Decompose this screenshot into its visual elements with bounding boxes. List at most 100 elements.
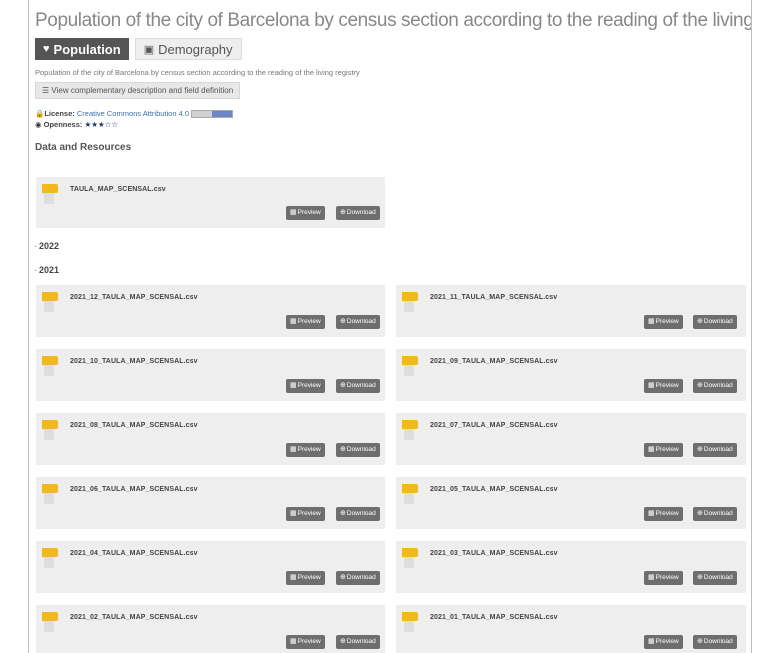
download-button[interactable]: ⊕Download <box>693 379 737 393</box>
preview-label: Preview <box>297 574 321 581</box>
resource-card: 2021_10_TAULA_MAP_SCENSAL.csv ▦Preview ⊕Do… <box>36 349 385 401</box>
chart-icon: ▦ <box>648 382 655 389</box>
category-tabs: ♥ Population ▣ Demography <box>35 38 745 60</box>
download-icon: ⊕ <box>340 209 346 216</box>
chart-icon: ▦ <box>290 209 297 216</box>
preview-button[interactable]: ▦Preview <box>644 443 683 457</box>
download-icon: ⊕ <box>340 510 346 517</box>
license-link[interactable]: Creative Commons Attribution 4.0 <box>77 109 189 118</box>
list-icon: ☰ <box>42 86 50 95</box>
chart-icon: ▦ <box>648 318 655 325</box>
resource-card: 2021_05_TAULA_MAP_SCENSAL.csv ▦Preview ⊕Do… <box>396 477 746 529</box>
chart-icon: ▦ <box>648 638 655 645</box>
preview-label: Preview <box>655 318 679 325</box>
download-label: Download <box>346 510 376 517</box>
download-button[interactable]: ⊕Download <box>336 379 380 393</box>
file-icon <box>42 356 60 376</box>
download-button[interactable]: ⊕Download <box>336 571 380 585</box>
download-button[interactable]: ⊕Download <box>336 507 380 521</box>
resource-filename[interactable]: 2021_12_TAULA_MAP_SCENSAL.csv <box>70 294 198 301</box>
resource-filename[interactable]: 2021_08_TAULA_MAP_SCENSAL.csv <box>70 422 198 429</box>
preview-button[interactable]: ▦Preview <box>644 571 683 585</box>
resource-filename[interactable]: 2021_07_TAULA_MAP_SCENSAL.csv <box>430 422 558 429</box>
file-icon <box>402 548 420 568</box>
tab-population[interactable]: ♥ Population <box>35 38 129 60</box>
preview-button[interactable]: ▦Preview <box>286 635 325 649</box>
resource-card: 2021_09_TAULA_MAP_SCENSAL.csv ▦Preview ⊕Do… <box>396 349 746 401</box>
resource-filename[interactable]: 2021_11_TAULA_MAP_SCENSAL.csv <box>430 294 557 301</box>
resource-filename[interactable]: 2021_03_TAULA_MAP_SCENSAL.csv <box>430 550 558 557</box>
preview-label: Preview <box>655 382 679 389</box>
license-row: 🔒License: Creative Commons Attribution 4… <box>35 108 745 119</box>
chart-icon: ▦ <box>648 510 655 517</box>
heart-icon: ♥ <box>43 43 50 55</box>
preview-button[interactable]: ▦Preview <box>286 507 325 521</box>
download-button[interactable]: ⊕Download <box>693 571 737 585</box>
download-label: Download <box>346 574 376 581</box>
resource-filename[interactable]: 2021_06_TAULA_MAP_SCENSAL.csv <box>70 486 198 493</box>
download-button[interactable]: ⊕Download <box>336 635 380 649</box>
resource-filename[interactable]: 2021_01_TAULA_MAP_SCENSAL.csv <box>430 614 558 621</box>
preview-button[interactable]: ▦Preview <box>644 507 683 521</box>
chart-icon: ▦ <box>290 574 297 581</box>
section-heading: Data and Resources <box>35 142 132 153</box>
resource-filename[interactable]: 2021_04_TAULA_MAP_SCENSAL.csv <box>70 550 198 557</box>
download-button[interactable]: ⊕Download <box>336 206 380 220</box>
resource-filename[interactable]: 2021_02_TAULA_MAP_SCENSAL.csv <box>70 614 198 621</box>
resource-card: 2021_11_TAULA_MAP_SCENSAL.csv ▦Preview ⊕Do… <box>396 285 746 337</box>
resource-card: 2021_01_TAULA_MAP_SCENSAL.csv ▦Preview ⊕Do… <box>396 605 746 653</box>
download-label: Download <box>703 446 733 453</box>
resource-card: 2021_06_TAULA_MAP_SCENSAL.csv ▦Preview ⊕Do… <box>36 477 385 529</box>
preview-label: Preview <box>655 638 679 645</box>
chart-icon: ▦ <box>290 446 297 453</box>
download-label: Download <box>346 638 376 645</box>
complementary-description-button[interactable]: ☰ View complementary description and fie… <box>35 82 241 99</box>
resource-card: 2021_08_TAULA_MAP_SCENSAL.csv ▦Preview ⊕Do… <box>36 413 385 465</box>
dataset-meta: 🔒License: Creative Commons Attribution 4… <box>35 108 745 130</box>
eye-icon: ◉ <box>35 120 42 129</box>
download-button[interactable]: ⊕Download <box>693 443 737 457</box>
preview-label: Preview <box>297 446 321 453</box>
file-icon <box>402 612 420 632</box>
resource-filename[interactable]: TAULA_MAP_SCENSAL.csv <box>70 186 166 193</box>
chart-icon: ▦ <box>290 510 297 517</box>
preview-button[interactable]: ▦Preview <box>286 315 325 329</box>
year-toggle-2022[interactable]: -2022 <box>34 241 59 251</box>
preview-button[interactable]: ▦Preview <box>644 315 683 329</box>
preview-label: Preview <box>297 510 321 517</box>
resource-card: 2021_04_TAULA_MAP_SCENSAL.csv ▦Preview ⊕Do… <box>36 541 385 593</box>
resource-filename[interactable]: 2021_05_TAULA_MAP_SCENSAL.csv <box>430 486 558 493</box>
preview-label: Preview <box>297 318 321 325</box>
download-label: Download <box>346 446 376 453</box>
chart-icon: ▦ <box>290 638 297 645</box>
download-icon: ⊕ <box>697 318 703 325</box>
file-icon <box>42 420 60 440</box>
file-icon <box>42 484 60 504</box>
tab-demography[interactable]: ▣ Demography <box>134 38 242 60</box>
download-button[interactable]: ⊕Download <box>336 315 380 329</box>
download-icon: ⊕ <box>340 574 346 581</box>
resource-card: 2021_07_TAULA_MAP_SCENSAL.csv ▦Preview ⊕Do… <box>396 413 746 465</box>
resource-card: 2021_03_TAULA_MAP_SCENSAL.csv ▦Preview ⊕Do… <box>396 541 746 593</box>
tab-label: Population <box>53 41 121 57</box>
year-toggle-2021[interactable]: -2021 <box>34 265 59 275</box>
preview-button[interactable]: ▦Preview <box>644 635 683 649</box>
download-icon: ⊕ <box>697 638 703 645</box>
file-icon <box>42 548 60 568</box>
preview-button[interactable]: ▦Preview <box>644 379 683 393</box>
download-button[interactable]: ⊕Download <box>336 443 380 457</box>
download-icon: ⊕ <box>697 510 703 517</box>
download-button[interactable]: ⊕Download <box>693 635 737 649</box>
resource-card: 2021_02_TAULA_MAP_SCENSAL.csv ▦Preview ⊕Do… <box>36 605 385 653</box>
preview-label: Preview <box>297 638 321 645</box>
download-label: Download <box>703 574 733 581</box>
preview-button[interactable]: ▦Preview <box>286 443 325 457</box>
download-button[interactable]: ⊕Download <box>693 315 737 329</box>
preview-button[interactable]: ▦Preview <box>286 206 325 220</box>
download-button[interactable]: ⊕Download <box>693 507 737 521</box>
resource-filename[interactable]: 2021_09_TAULA_MAP_SCENSAL.csv <box>430 358 558 365</box>
resource-filename[interactable]: 2021_10_TAULA_MAP_SCENSAL.csv <box>70 358 198 365</box>
preview-button[interactable]: ▦Preview <box>286 571 325 585</box>
file-icon <box>42 612 60 632</box>
preview-button[interactable]: ▦Preview <box>286 379 325 393</box>
